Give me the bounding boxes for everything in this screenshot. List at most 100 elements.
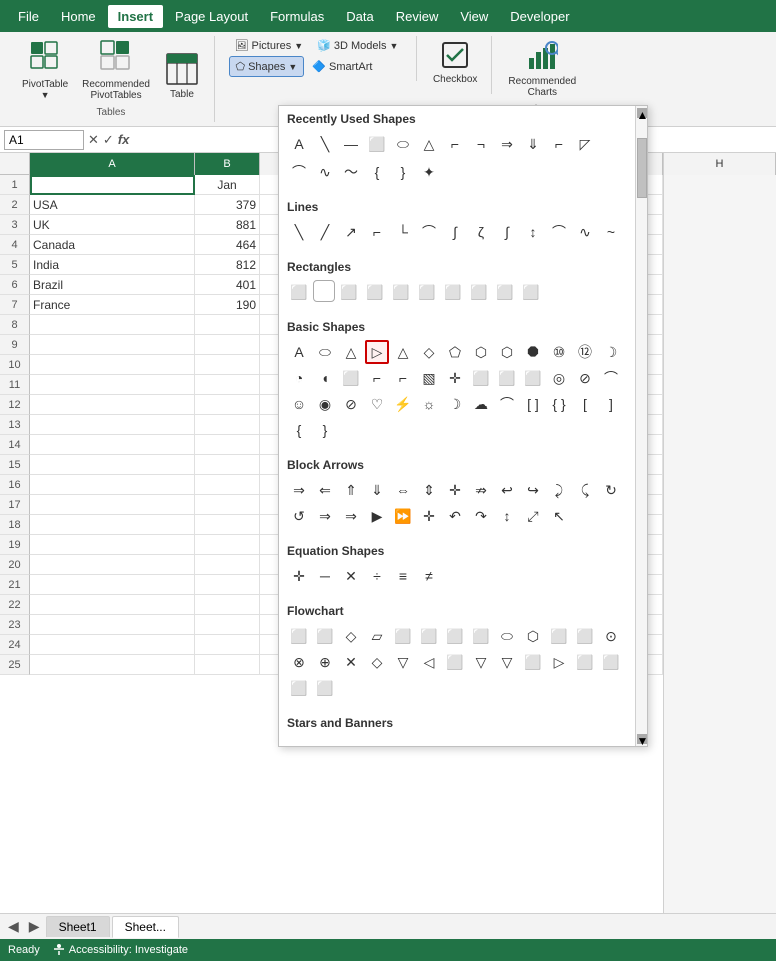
flow-manual-op[interactable]: ⬜: [573, 624, 597, 648]
shape-brace-r[interactable]: }: [391, 160, 415, 184]
barrow-swoosh[interactable]: ↷: [469, 504, 493, 528]
cell-4-1[interactable]: 464: [195, 235, 260, 255]
menu-formulas[interactable]: Formulas: [260, 5, 334, 28]
barrow-curved-l[interactable]: ↺: [287, 504, 311, 528]
barrow-striped[interactable]: ⇒: [313, 504, 337, 528]
bshape-halfframe[interactable]: ⌐: [365, 366, 389, 390]
cell-18-0[interactable]: [30, 515, 195, 535]
bshape-bracket-pair[interactable]: [ ]: [521, 392, 545, 416]
shape-arrow-d[interactable]: ⇓: [521, 132, 545, 156]
flow-merge[interactable]: ▽: [495, 650, 519, 674]
line-dbl-arrow2[interactable]: ⌒: [547, 220, 571, 244]
bshape-hepta[interactable]: ⬡: [495, 340, 519, 364]
shape-arrow-r[interactable]: ⇒: [495, 132, 519, 156]
rect-round3[interactable]: ⬜: [467, 280, 491, 304]
flow-magnetic-disk[interactable]: ⬜: [599, 650, 623, 674]
barrow-circular[interactable]: ↶: [443, 504, 467, 528]
flow-summing-junc[interactable]: ◇: [365, 650, 389, 674]
sheet-tab-nav-next[interactable]: ▶: [25, 918, 44, 935]
bshape-iso-triangle[interactable]: △: [391, 340, 415, 364]
barrow-chevron[interactable]: ▶: [365, 504, 389, 528]
cell-10-1[interactable]: [195, 355, 260, 375]
cell-19-0[interactable]: [30, 535, 195, 555]
shapes-scroll-area[interactable]: Recently Used Shapes A ╲ — ⬜ ⬭ △ ⌐ ¬ ⇒ ⇓…: [279, 106, 635, 746]
bshape-folded-corner[interactable]: ⌒: [599, 366, 623, 390]
cell-25-1[interactable]: [195, 655, 260, 675]
bshape-arc[interactable]: ⌒: [495, 392, 519, 416]
menu-review[interactable]: Review: [386, 5, 449, 28]
cell-3-0[interactable]: UK: [30, 215, 195, 235]
barrow-quad[interactable]: ✛: [443, 478, 467, 502]
bshape-diag-stripe[interactable]: ▧: [417, 366, 441, 390]
shape-triangle[interactable]: △: [417, 132, 441, 156]
bshape-lightning[interactable]: ⚡: [391, 392, 415, 416]
flow-internal[interactable]: ⬜: [417, 624, 441, 648]
formula-confirm-icon[interactable]: ✓: [103, 132, 114, 148]
barrow-down[interactable]: ⇓: [365, 478, 389, 502]
eq-minus[interactable]: ─: [313, 564, 337, 588]
menu-file[interactable]: File: [8, 5, 49, 28]
flow-punched-tape[interactable]: ✕: [339, 650, 363, 674]
barrow-up[interactable]: ⇑: [339, 478, 363, 502]
shape-corner2[interactable]: ¬: [469, 132, 493, 156]
scroll-track[interactable]: [637, 118, 647, 734]
shapes-button[interactable]: ⬠ Shapes ▼: [229, 56, 305, 77]
cell-5-1[interactable]: 812: [195, 255, 260, 275]
bshape-chord[interactable]: ◔: [287, 366, 311, 390]
menu-developer[interactable]: Developer: [500, 5, 579, 28]
line-elbow4[interactable]: ∫: [443, 220, 467, 244]
cell-10-0[interactable]: [30, 355, 195, 375]
flow-collate[interactable]: ◁: [417, 650, 441, 674]
cell-25-0[interactable]: [30, 655, 195, 675]
cell-7-1[interactable]: 190: [195, 295, 260, 315]
bshape-smiley[interactable]: ☺: [287, 392, 311, 416]
cell-18-1[interactable]: [195, 515, 260, 535]
shape-text-box[interactable]: A: [287, 132, 311, 156]
bshape-octa[interactable]: ⯃: [521, 340, 545, 364]
col-header-a[interactable]: A: [30, 153, 195, 175]
formula-cancel-icon[interactable]: ✕: [88, 132, 99, 148]
bshape-donut[interactable]: ◉: [313, 392, 337, 416]
menu-pagelayout[interactable]: Page Layout: [165, 5, 258, 28]
flow-process[interactable]: ⬜: [287, 624, 311, 648]
line-diag2[interactable]: ╱: [313, 220, 337, 244]
cell-3-1[interactable]: 881: [195, 215, 260, 235]
flow-connector[interactable]: ⊙: [599, 624, 623, 648]
cell-23-1[interactable]: [195, 615, 260, 635]
bshape-frame[interactable]: ⬜: [339, 366, 363, 390]
cell-23-0[interactable]: [30, 615, 195, 635]
table-button[interactable]: Table: [158, 49, 206, 105]
pictures-button[interactable]: 🖼 Pictures ▼: [229, 36, 310, 55]
shape-wave2[interactable]: 〜: [339, 160, 363, 184]
shape-line-h[interactable]: —: [339, 132, 363, 156]
cell-9-0[interactable]: [30, 335, 195, 355]
rect-round2[interactable]: ⬜: [441, 280, 465, 304]
barrow-uturn-l[interactable]: ⤹: [573, 478, 597, 502]
cell-6-1[interactable]: 401: [195, 275, 260, 295]
flow-card[interactable]: ⊕: [313, 650, 337, 674]
barrow-curved-r[interactable]: ↻: [599, 478, 623, 502]
cell-21-1[interactable]: [195, 575, 260, 595]
scroll-thumb[interactable]: [637, 138, 647, 198]
recommended-charts-button[interactable]: RecommendedCharts: [502, 36, 582, 102]
bshape-sun[interactable]: ☼: [417, 392, 441, 416]
flow-direct-access[interactable]: ⬜: [287, 676, 311, 700]
line-elbow[interactable]: ⌐: [365, 220, 389, 244]
line-scribble[interactable]: ~: [599, 220, 623, 244]
cell-12-1[interactable]: [195, 395, 260, 415]
bshape-penta[interactable]: ⬠: [443, 340, 467, 364]
scrollbar[interactable]: ▲ ▼: [635, 106, 647, 746]
bshape-heart[interactable]: ♡: [365, 392, 389, 416]
eq-plus[interactable]: ✛: [287, 564, 311, 588]
bshape-brace-pair[interactable]: { }: [547, 392, 571, 416]
barrow-chevron2[interactable]: ⏩: [391, 504, 415, 528]
cell-13-0[interactable]: [30, 415, 195, 435]
bshape-cross[interactable]: ✛: [443, 366, 467, 390]
rect-snip1[interactable]: ⬜: [337, 280, 361, 304]
accessibility-icon[interactable]: Accessibility: Investigate: [52, 943, 188, 957]
cell-15-0[interactable]: [30, 455, 195, 475]
line-dbl-arrow[interactable]: ↕: [521, 220, 545, 244]
cell-6-0[interactable]: Brazil: [30, 275, 195, 295]
bshape-textbox[interactable]: A: [287, 340, 311, 364]
barrow-dbl-v[interactable]: ⇕: [417, 478, 441, 502]
